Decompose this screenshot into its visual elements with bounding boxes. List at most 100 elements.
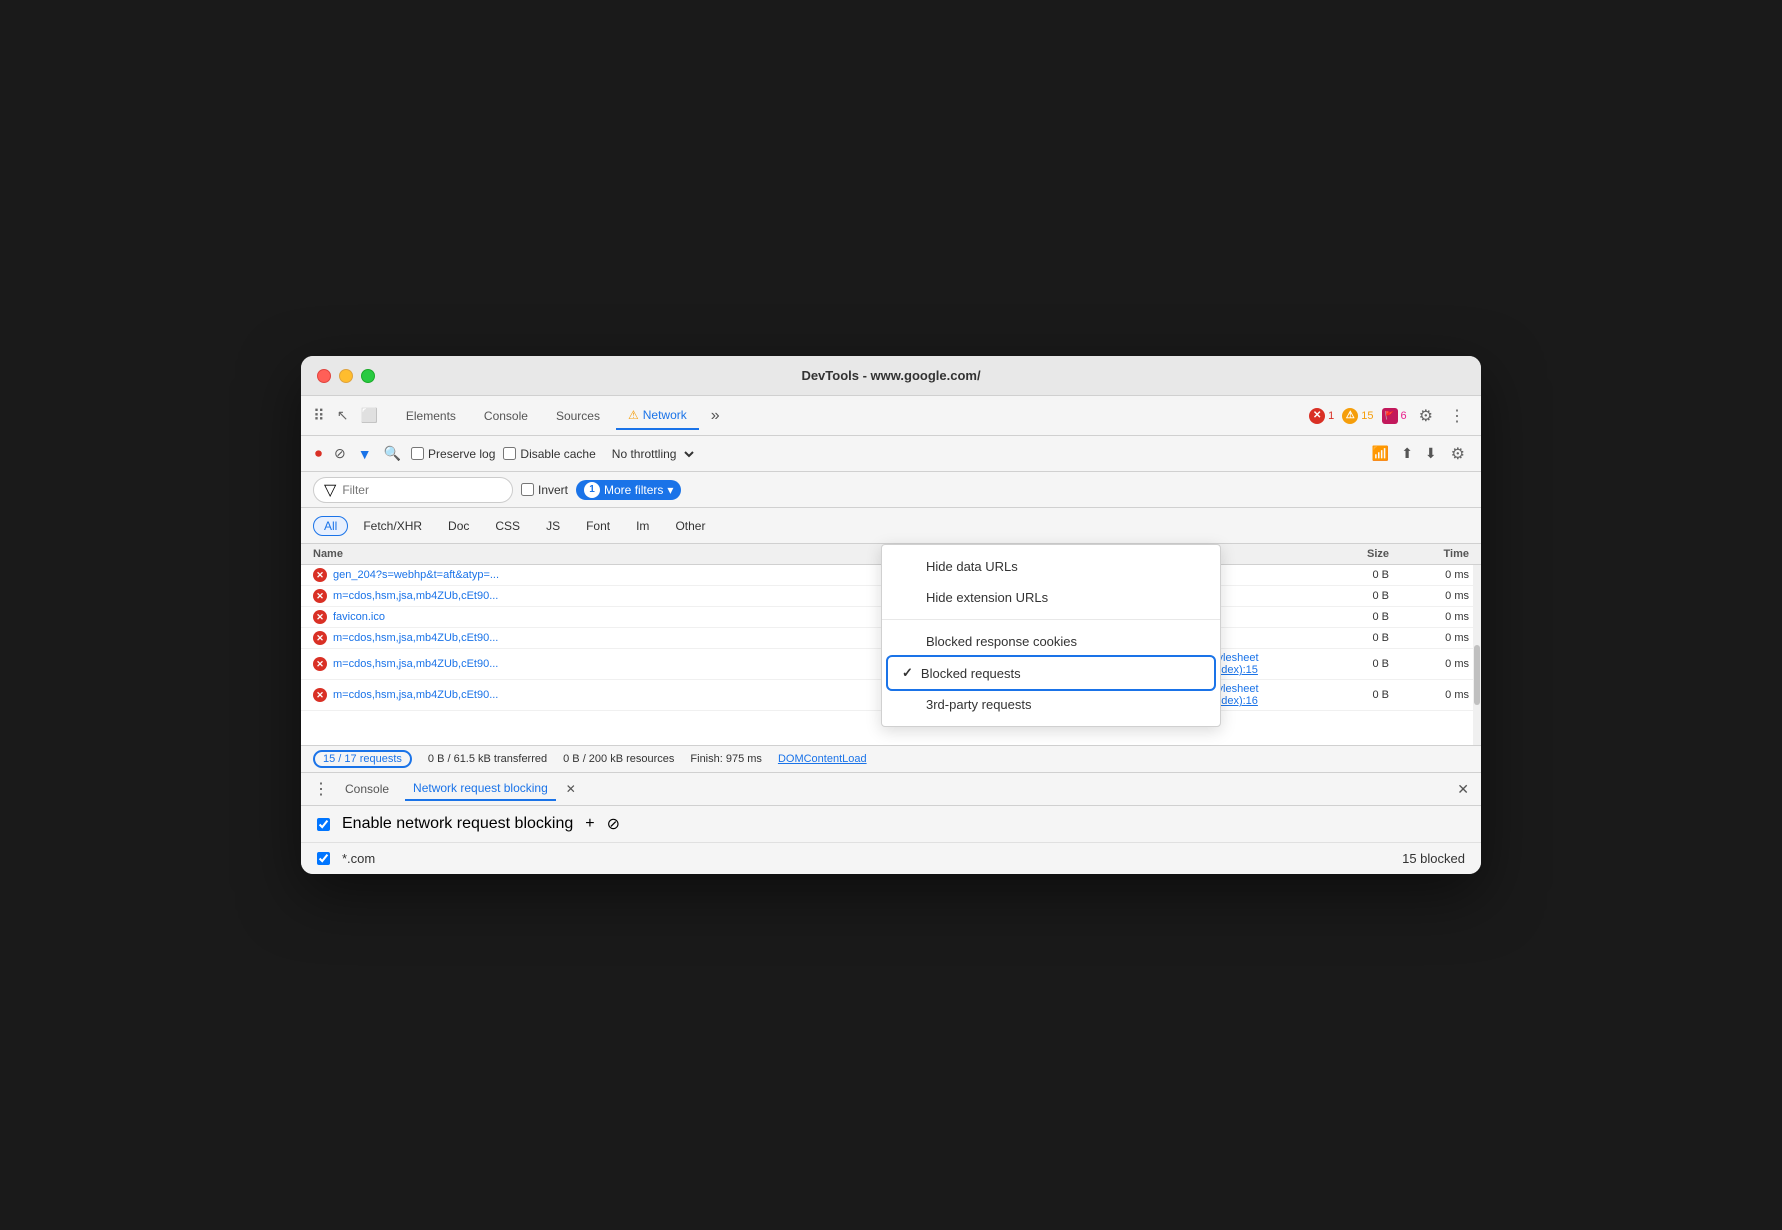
- toolbar-right: 📶 ⬆ ⬇ ⚙: [1370, 440, 1469, 468]
- network-warning-icon: ⚠: [628, 408, 639, 422]
- row-size: 0 B: [1309, 569, 1389, 581]
- close-tab-button[interactable]: ✕: [564, 780, 578, 798]
- request-name: m=cdos,hsm,jsa,mb4ZUb,cEt90...: [333, 632, 498, 644]
- error-badge: ✕ 1: [1309, 408, 1334, 424]
- stop-recording-button[interactable]: ⏺: [313, 443, 324, 464]
- device-toolbar-icon[interactable]: ⬜: [360, 407, 377, 424]
- maximize-button[interactable]: [361, 369, 375, 383]
- transferred-stat: 0 B / 61.5 kB transferred: [428, 753, 547, 765]
- filter-all-button[interactable]: All: [313, 516, 348, 536]
- search-button[interactable]: 🔍: [382, 443, 403, 464]
- blocked-count: 15 blocked: [1402, 851, 1465, 866]
- row-time: 0 ms: [1389, 569, 1469, 581]
- dom-content-loaded: DOMContentLoad: [778, 753, 867, 765]
- invert-label[interactable]: Invert: [521, 483, 568, 497]
- disable-cache-checkbox[interactable]: [503, 447, 516, 460]
- upload-icon[interactable]: ⬆: [1399, 443, 1415, 464]
- pattern-checkbox[interactable]: [317, 852, 330, 865]
- filter-input[interactable]: [342, 483, 482, 497]
- third-party-requests-item[interactable]: 3rd-party requests: [882, 689, 1220, 720]
- filter-icon[interactable]: ▼: [356, 444, 374, 464]
- col-initiator: [1209, 548, 1309, 560]
- filter-fetch-xhr-button[interactable]: Fetch/XHR: [352, 516, 433, 536]
- request-name: m=cdos,hsm,jsa,mb4ZUb,cEt90...: [333, 658, 498, 670]
- hide-data-urls-item[interactable]: Hide data URLs: [882, 551, 1220, 582]
- blocked-requests-check: ✓: [902, 665, 913, 681]
- disable-cache-label[interactable]: Disable cache: [503, 447, 595, 461]
- col-time: Time: [1389, 548, 1469, 560]
- tab-elements[interactable]: Elements: [394, 403, 468, 429]
- requests-count: 15 / 17 requests: [313, 750, 412, 768]
- filter-other-button[interactable]: Other: [664, 516, 716, 536]
- main-content: All Fetch/XHR Doc CSS JS Font Im Other H…: [301, 508, 1481, 772]
- network-settings-icon[interactable]: ⚙: [1447, 440, 1469, 468]
- tab-network[interactable]: ⚠ Network: [616, 402, 699, 430]
- chevron-down-icon: ▾: [667, 483, 673, 497]
- hide-extension-urls-item[interactable]: Hide extension URLs: [882, 582, 1220, 613]
- tab-badges: ✕ 1 ⚠ 15 🚩 6 ⚙ ⋮: [1309, 402, 1469, 430]
- invert-checkbox[interactable]: [521, 483, 534, 496]
- row-time: 0 ms: [1389, 658, 1469, 670]
- download-icon[interactable]: ⬇: [1423, 443, 1439, 464]
- blocked-response-cookies-item[interactable]: Blocked response cookies: [882, 626, 1220, 657]
- tab-sources[interactable]: Sources: [544, 403, 612, 429]
- enable-blocking-label: Enable network request blocking: [342, 815, 573, 833]
- warning-badge: ⚠ 15: [1342, 408, 1373, 424]
- minimize-button[interactable]: [339, 369, 353, 383]
- bottom-panel-menu-icon[interactable]: ⋮: [313, 779, 329, 799]
- enable-blocking-checkbox[interactable]: [317, 818, 330, 831]
- more-options-icon[interactable]: ⋮: [1445, 402, 1469, 430]
- request-name: favicon.ico: [333, 611, 385, 623]
- row-initiator: stylesheet (index):15: [1209, 652, 1309, 676]
- clear-button[interactable]: ⊘: [332, 443, 348, 464]
- error-icon: ✕: [1309, 408, 1325, 424]
- blocked-requests-item[interactable]: ✓ Blocked requests: [888, 657, 1214, 689]
- row-initiator: stylesheet (index):16: [1209, 683, 1309, 707]
- status-bar: 15 / 17 requests 0 B / 61.5 kB transferr…: [301, 745, 1481, 772]
- tab-more-button[interactable]: »: [703, 403, 728, 429]
- request-name: gen_204?s=webhp&t=aft&atyp=...: [333, 569, 499, 581]
- wifi-icon[interactable]: 📶: [1370, 443, 1391, 464]
- dropdown-separator: [882, 619, 1220, 620]
- window-title: DevTools - www.google.com/: [801, 368, 980, 383]
- finish-stat: Finish: 975 ms: [690, 753, 762, 765]
- settings-icon[interactable]: ⚙: [1415, 402, 1437, 430]
- filter-funnel-icon: ▽: [324, 480, 336, 500]
- blocking-pattern: *.com: [342, 851, 1390, 866]
- row-size: 0 B: [1309, 658, 1389, 670]
- titlebar: DevTools - www.google.com/: [301, 356, 1481, 396]
- add-pattern-button[interactable]: +: [585, 815, 594, 833]
- filter-img-button[interactable]: Im: [625, 516, 660, 536]
- error-icon: ✕: [313, 589, 327, 603]
- tab-network-blocking[interactable]: Network request blocking: [405, 777, 556, 801]
- issues-badge: 🚩 6: [1382, 408, 1407, 424]
- scrollbar[interactable]: [1473, 565, 1481, 745]
- preserve-log-checkbox[interactable]: [411, 447, 424, 460]
- row-time: 0 ms: [1389, 632, 1469, 644]
- resources-stat: 0 B / 200 kB resources: [563, 753, 674, 765]
- filter-font-button[interactable]: Font: [575, 516, 621, 536]
- row-size: 0 B: [1309, 611, 1389, 623]
- more-filters-button[interactable]: 1 More filters ▾: [576, 480, 681, 500]
- cursor-tool-icon[interactable]: ↖: [337, 407, 349, 424]
- tab-console[interactable]: Console: [472, 403, 540, 429]
- issues-icon: 🚩: [1382, 408, 1398, 424]
- filter-css-button[interactable]: CSS: [484, 516, 531, 536]
- close-all-tabs-button[interactable]: ✕: [1457, 781, 1469, 798]
- row-size: 0 B: [1309, 632, 1389, 644]
- row-size: 0 B: [1309, 590, 1389, 602]
- filter-doc-button[interactable]: Doc: [437, 516, 480, 536]
- throttling-select[interactable]: No throttling: [604, 444, 697, 464]
- filter-js-button[interactable]: JS: [535, 516, 571, 536]
- row-time: 0 ms: [1389, 590, 1469, 602]
- clear-patterns-button[interactable]: ⊘: [607, 814, 620, 834]
- network-toolbar: ⏺ ⊘ ▼ 🔍 Preserve log Disable cache No th…: [301, 436, 1481, 472]
- close-button[interactable]: [317, 369, 331, 383]
- request-name: m=cdos,hsm,jsa,mb4ZUb,cEt90...: [333, 689, 498, 701]
- preserve-log-label[interactable]: Preserve log: [411, 447, 495, 461]
- row-size: 0 B: [1309, 689, 1389, 701]
- more-filters-dropdown: Hide data URLs Hide extension URLs Block…: [881, 544, 1221, 727]
- filter-input-wrap: ▽: [313, 477, 513, 503]
- tab-console-bottom[interactable]: Console: [337, 778, 397, 800]
- blocking-toolbar: Enable network request blocking + ⊘: [301, 806, 1481, 843]
